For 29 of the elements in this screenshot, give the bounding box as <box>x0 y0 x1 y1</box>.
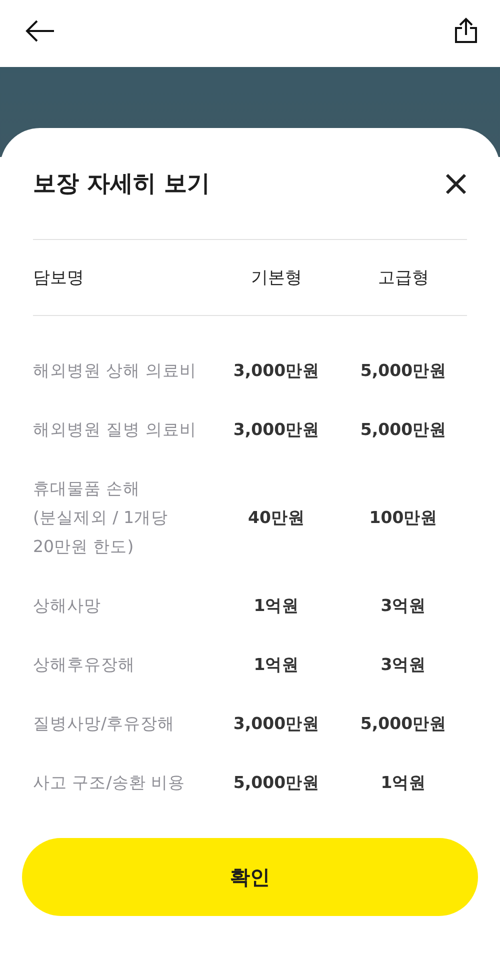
share-icon[interactable] <box>454 16 478 44</box>
coverage-name: 상해후유장해 <box>33 654 136 676</box>
column-header: 담보명 <box>33 267 85 289</box>
basic-amount: 1억원 <box>252 654 300 676</box>
sheet-title: 보장 자세히 보기 <box>33 170 210 199</box>
confirm-button[interactable]: 확인 <box>22 838 478 916</box>
coverage-name: 사고 구조/송환 비용 <box>33 772 186 794</box>
coverage-name: 질병사망/후유장해 <box>33 713 176 735</box>
coverage-name: 해외병원 질병 의료비 <box>33 419 198 441</box>
basic-amount: 5,000만원 <box>232 772 321 794</box>
column-header: 기본형 <box>250 267 303 289</box>
basic-amount: 3,000만원 <box>232 712 321 734</box>
premium-amount: 3억원 <box>380 654 428 676</box>
coverage-name: 해외병원 상해 의료비 <box>33 360 198 382</box>
premium-amount: 5,000만원 <box>359 360 448 382</box>
premium-amount: 5,000만원 <box>359 712 448 734</box>
premium-amount: 1억원 <box>380 772 428 794</box>
basic-amount: 3,000만원 <box>232 360 321 382</box>
coverage-name: 휴대물품 손해 (분실제외 / 1개당 20만원 한도) <box>33 478 169 558</box>
basic-amount: 3,000만원 <box>232 418 321 440</box>
coverage-name: 상해사망 <box>33 595 102 617</box>
column-header: 고급형 <box>377 267 430 289</box>
basic-amount: 40만원 <box>247 506 306 528</box>
premium-amount: 3억원 <box>380 594 428 616</box>
basic-amount: 1억원 <box>252 594 300 616</box>
close-icon[interactable] <box>445 172 467 194</box>
back-icon[interactable] <box>24 18 56 42</box>
premium-amount: 5,000만원 <box>359 418 448 440</box>
premium-amount: 100만원 <box>368 506 439 528</box>
